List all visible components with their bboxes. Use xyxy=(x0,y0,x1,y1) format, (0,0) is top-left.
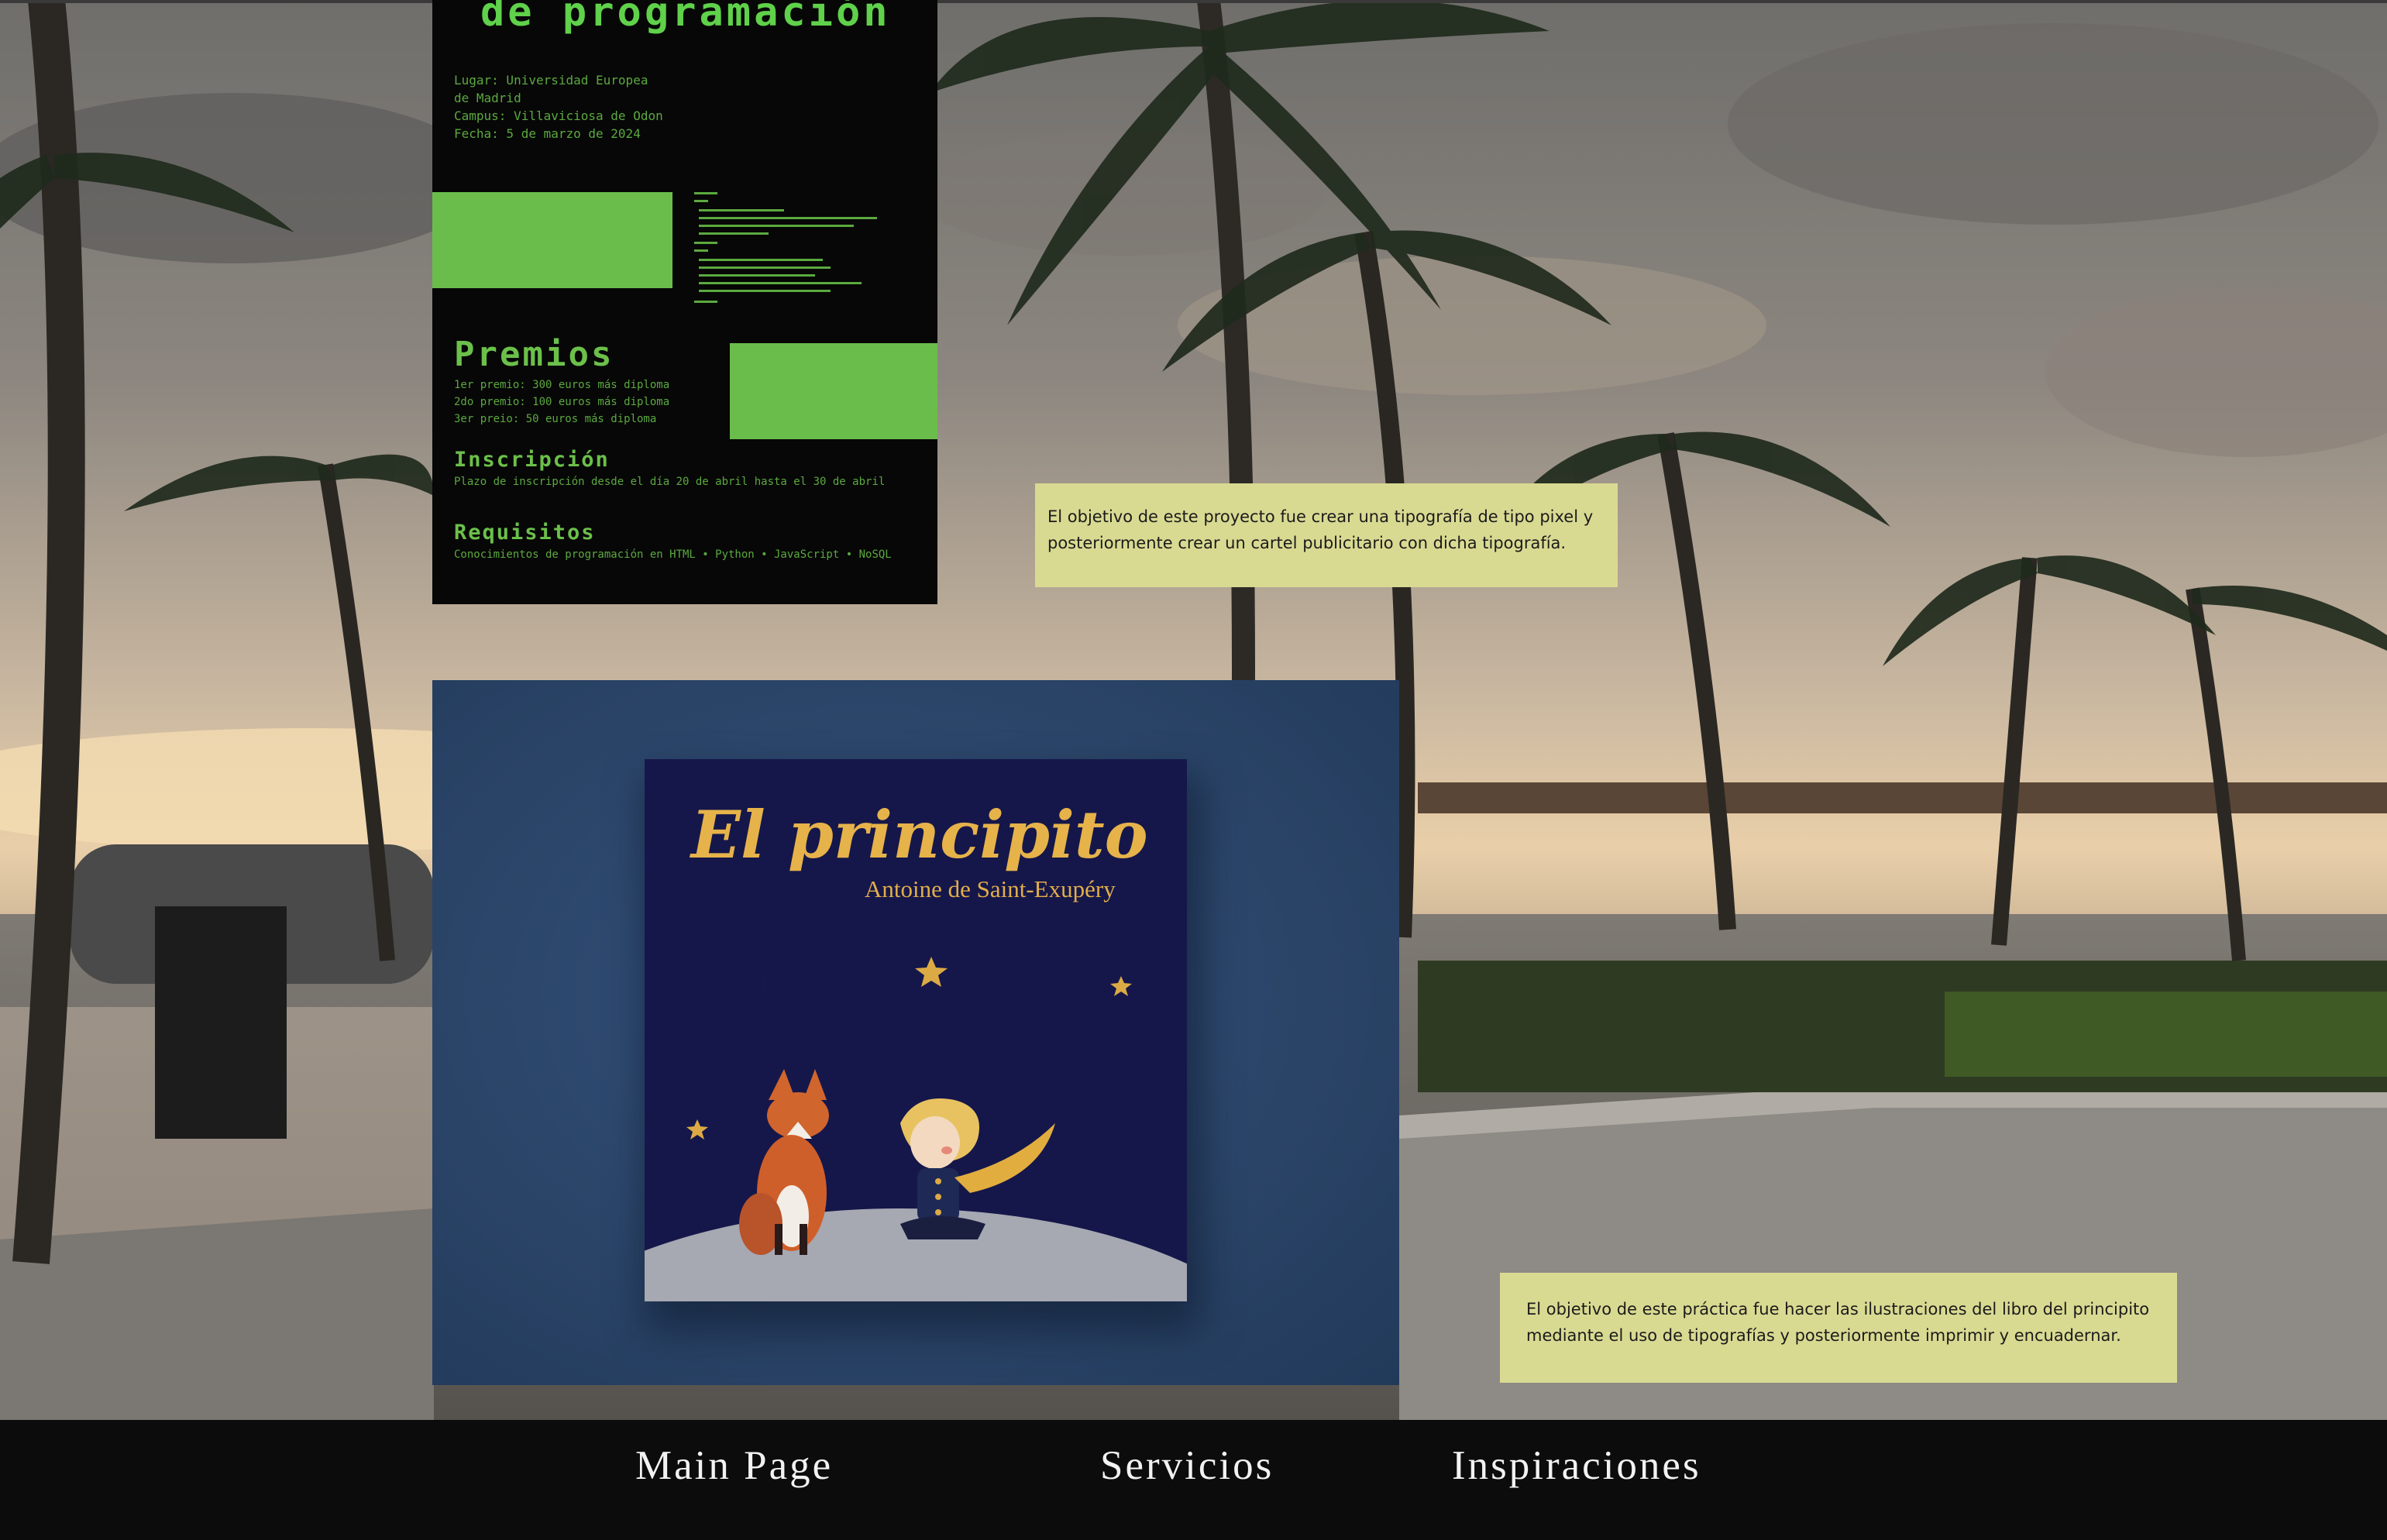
poster-info: Lugar: Universidad Europea de Madrid Cam… xyxy=(454,71,663,143)
poster-info-line: Lugar: Universidad Europea xyxy=(454,73,648,88)
nav-servicios-link[interactable]: Servicios xyxy=(1100,1442,1274,1489)
poster-requisitos-heading: Requisitos xyxy=(454,521,596,545)
poster-green-block xyxy=(432,192,672,288)
poster-title: de programación xyxy=(480,0,891,36)
poster-inscripcion-text: Plazo de inscripción desde el día 20 de … xyxy=(454,476,886,488)
poster-green-block xyxy=(730,343,937,439)
poster-info-line: Campus: Villaviciosa de Odon xyxy=(454,108,663,123)
pixel-project-caption: El objetivo de este proyecto fue crear u… xyxy=(1035,483,1618,587)
book-cover: El principito Antoine de Saint-Exupéry xyxy=(645,759,1187,1301)
poster-premio-item: 2do premio: 100 euros más diploma xyxy=(454,396,670,408)
poster-requisitos-text: Conocimientos de programación en HTML • … xyxy=(454,548,892,561)
nav-inspiraciones-link[interactable]: Inspiraciones xyxy=(1452,1442,1701,1489)
poster-inscripcion-heading: Inscripción xyxy=(454,448,610,472)
book-mockup-image: El principito Antoine de Saint-Exupéry xyxy=(432,680,1399,1385)
book-title: El principito xyxy=(691,796,1148,873)
poster-terminal-graphic xyxy=(694,192,877,303)
book-project-caption: El objetivo de este práctica fue hacer l… xyxy=(1500,1273,2177,1383)
nav-main-page-link[interactable]: Main Page xyxy=(635,1442,833,1489)
poster-premio-item: 1er premio: 300 euros más diploma xyxy=(454,379,670,391)
book-author: Antoine de Saint-Exupéry xyxy=(865,875,1116,902)
poster-premios-list: 1er premio: 300 euros más diploma 2do pr… xyxy=(454,376,669,428)
poster-premio-item: 3er preio: 50 euros más diploma xyxy=(454,413,657,425)
poster-info-line: Fecha: 5 de marzo de 2024 xyxy=(454,126,641,141)
poster-info-line: de Madrid xyxy=(454,91,521,105)
poster-premios-heading: Premios xyxy=(454,335,614,374)
top-border xyxy=(0,0,2387,3)
pixel-poster-image: de programación Lugar: Universidad Europ… xyxy=(432,0,937,604)
